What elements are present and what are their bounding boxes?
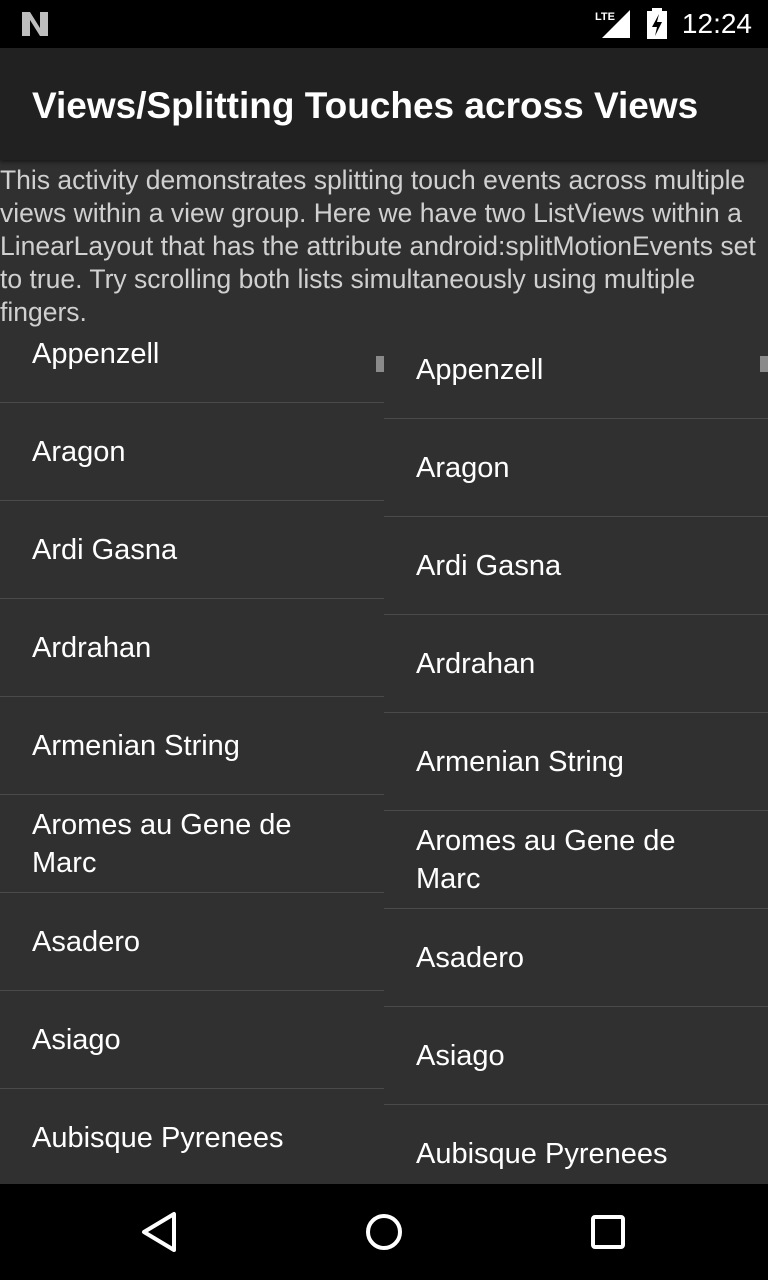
list-item[interactable]: Ardrahan — [384, 615, 768, 713]
list-item-label: Asadero — [416, 941, 525, 974]
list-item-label: Appenzell — [416, 353, 544, 386]
navigation-bar — [0, 1184, 768, 1280]
list-item-label: Asadero — [32, 925, 141, 958]
list-item[interactable]: Ardi Gasna — [384, 517, 768, 615]
recents-icon[interactable] — [584, 1208, 632, 1256]
list-item[interactable]: Appenzell — [384, 337, 768, 419]
list-item[interactable]: Armenian String — [384, 713, 768, 811]
list-item[interactable]: Armenian String — [0, 697, 384, 795]
left-list-items: Appenzell Aragon Ardi Gasna Ardrahan Arm… — [0, 337, 384, 1184]
n-logo-icon — [22, 12, 48, 36]
list-item-label: Asiago — [416, 1039, 505, 1072]
list-item-label: Aubisque Pyrenees — [416, 1137, 668, 1170]
list-item[interactable]: Asadero — [0, 893, 384, 991]
list-item[interactable]: Asiago — [0, 991, 384, 1089]
back-icon[interactable] — [136, 1208, 184, 1256]
battery-charging-icon — [647, 8, 667, 39]
right-list-scrollbar[interactable] — [760, 356, 768, 372]
description-text: This activity demonstrates splitting tou… — [0, 165, 756, 327]
list-item[interactable]: Aragon — [384, 419, 768, 517]
list-item-label: Aragon — [32, 435, 126, 468]
list-item-label: Ardrahan — [416, 647, 536, 680]
list-item-label: Aragon — [416, 451, 510, 484]
right-list-items: Appenzell Aragon Ardi Gasna Ardrahan Arm… — [384, 337, 768, 1184]
list-item-label: Ardi Gasna — [416, 549, 562, 582]
signal-icon: LTE — [595, 10, 630, 38]
list-item-label: Aubisque Pyrenees — [32, 1121, 284, 1154]
status-bar: LTE 12:24 — [0, 0, 768, 48]
list-item[interactable]: Aromes au Gene de Marc — [384, 811, 768, 909]
list-item-label: Ardrahan — [32, 631, 152, 664]
list-item[interactable]: Aromes au Gene de Marc — [0, 795, 384, 893]
list-item-label: Aromes au Gene de Marc — [32, 808, 292, 879]
list-item-label: Armenian String — [32, 729, 240, 762]
action-bar: Views/Splitting Touches across Views — [0, 48, 768, 160]
list-item[interactable]: Asadero — [384, 909, 768, 1007]
list-item-label: Armenian String — [416, 745, 624, 778]
list-item[interactable]: Ardrahan — [0, 599, 384, 697]
list-item[interactable]: Asiago — [384, 1007, 768, 1105]
list-item[interactable]: Ardi Gasna — [0, 501, 384, 599]
left-list-view[interactable]: Appenzell Aragon Ardi Gasna Ardrahan Arm… — [0, 337, 384, 1184]
left-list-scrollbar[interactable] — [376, 356, 384, 372]
list-item-label: Aromes au Gene de Marc — [416, 824, 676, 895]
list-item-label: Ardi Gasna — [32, 533, 178, 566]
list-item[interactable]: Appenzell — [0, 337, 384, 403]
list-item[interactable]: Aragon — [0, 403, 384, 501]
status-clock: 12:24 — [681, 8, 752, 39]
page-title: Views/Splitting Touches across Views — [32, 85, 699, 126]
list-item-label: Asiago — [32, 1023, 121, 1056]
list-item[interactable]: Aubisque Pyrenees — [384, 1105, 768, 1184]
lte-label: LTE — [595, 11, 615, 23]
home-icon[interactable] — [360, 1208, 408, 1256]
right-list-view[interactable]: Appenzell Aragon Ardi Gasna Ardrahan Arm… — [384, 337, 768, 1184]
list-item[interactable]: Aubisque Pyrenees — [0, 1089, 384, 1184]
list-item-label: Appenzell — [32, 337, 160, 370]
